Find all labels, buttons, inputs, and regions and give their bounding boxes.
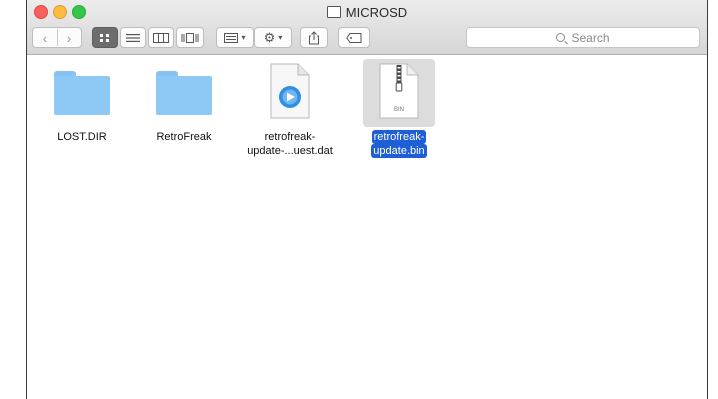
title-bar: MICROSD ‹ › ▾ ⚙ ▾ Search xyxy=(26,0,708,55)
file-name: LOST.DIR xyxy=(57,131,107,143)
file-label: retrofreak- update-...uest.dat xyxy=(242,130,338,158)
file-item-update-bin[interactable]: BIN retrofreak- update.bin xyxy=(351,59,447,158)
file-area: LOST.DIR RetroFreak retrofreak- update-.… xyxy=(26,55,708,399)
file-name-line1: retrofreak- xyxy=(264,131,316,143)
window-title-text: MICROSD xyxy=(345,5,408,20)
document-icon-wrap xyxy=(254,59,326,127)
search-placeholder: Search xyxy=(571,30,610,45)
tag-icon xyxy=(346,32,362,43)
share-button[interactable] xyxy=(300,27,328,48)
file-name-line2: update.bin xyxy=(371,144,427,158)
grid-icon xyxy=(100,33,109,42)
file-label: retrofreak- update.bin xyxy=(351,130,447,158)
chevron-left-icon[interactable]: ‹ xyxy=(33,30,57,46)
file-item-retrofreak[interactable]: RetroFreak xyxy=(136,59,232,144)
columns-icon xyxy=(153,32,169,43)
chevron-down-icon: ▾ xyxy=(241,33,246,42)
chevron-right-icon[interactable]: › xyxy=(57,30,81,46)
finder-window: MICROSD ‹ › ▾ ⚙ ▾ Search LOST.DIR RetroF… xyxy=(26,0,708,399)
action-button[interactable]: ⚙ ▾ xyxy=(254,27,292,48)
chevron-down-icon: ▾ xyxy=(278,33,283,42)
folder-icon-wrap xyxy=(148,59,220,127)
coverflow-view-button[interactable] xyxy=(176,27,204,48)
back-forward-group: ‹ › xyxy=(32,27,82,48)
folder-icon xyxy=(156,71,212,115)
zip-archive-icon: BIN xyxy=(379,63,419,119)
drive-icon xyxy=(326,6,341,18)
tags-button[interactable] xyxy=(338,27,370,48)
icon-view-button[interactable] xyxy=(92,27,118,48)
folder-icon-wrap xyxy=(46,59,118,127)
folder-icon xyxy=(54,71,110,115)
window-title: MICROSD xyxy=(26,5,708,20)
share-icon xyxy=(309,30,319,44)
list-view-button[interactable] xyxy=(120,27,146,48)
file-label: RetroFreak xyxy=(136,130,232,144)
gear-icon: ⚙ xyxy=(263,29,276,45)
file-name: RetroFreak xyxy=(156,131,212,143)
quicktime-document-icon xyxy=(270,63,310,119)
coverflow-icon xyxy=(181,32,199,43)
file-label: LOST.DIR xyxy=(34,130,130,144)
column-view-button[interactable] xyxy=(148,27,174,48)
archive-icon-wrap: BIN xyxy=(363,59,435,127)
file-name-line1: retrofreak- xyxy=(371,130,427,144)
archive-icon-text: BIN xyxy=(394,107,404,113)
arrange-icon xyxy=(224,32,239,43)
search-icon xyxy=(556,33,566,42)
search-field[interactable]: Search xyxy=(466,27,700,48)
file-item-lost-dir[interactable]: LOST.DIR xyxy=(34,59,130,144)
file-name-line2: update-...uest.dat xyxy=(247,145,333,157)
list-icon xyxy=(126,33,140,42)
arrange-button[interactable]: ▾ xyxy=(216,27,254,48)
file-item-update-dat[interactable]: retrofreak- update-...uest.dat xyxy=(242,59,338,158)
